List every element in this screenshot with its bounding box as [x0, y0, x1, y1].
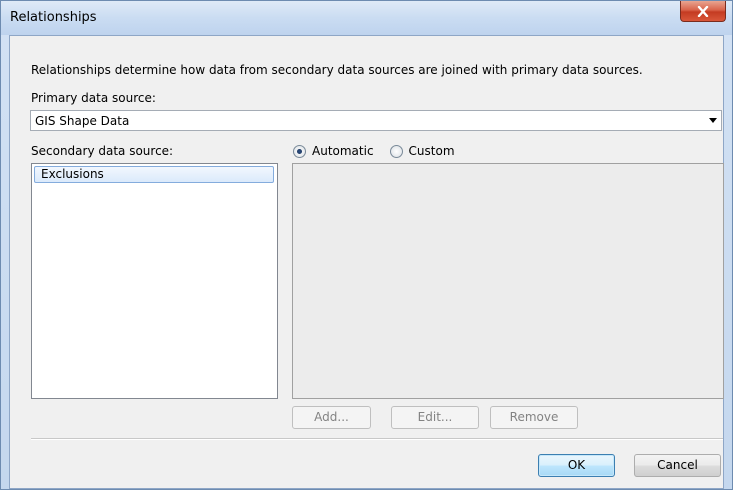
- field-mapping-panel: [292, 163, 724, 399]
- description-text: Relationships determine how data from se…: [31, 63, 643, 77]
- primary-source-label: Primary data source:: [31, 91, 156, 105]
- dialog-body: Relationships determine how data from se…: [9, 35, 724, 489]
- chevron-down-icon: [709, 118, 717, 123]
- divider: [31, 438, 723, 440]
- window-title: Relationships: [10, 10, 97, 25]
- add-button[interactable]: Add...: [292, 406, 371, 429]
- ok-button[interactable]: OK: [538, 454, 615, 477]
- close-button[interactable]: [680, 1, 726, 22]
- custom-radio[interactable]: [389, 144, 403, 158]
- cancel-button[interactable]: Cancel: [634, 454, 721, 477]
- primary-source-dropdown[interactable]: GIS Shape Data: [30, 110, 722, 131]
- secondary-source-label: Secondary data source:: [31, 144, 174, 158]
- edit-button[interactable]: Edit...: [391, 406, 479, 429]
- secondary-source-list[interactable]: Exclusions: [31, 163, 278, 399]
- remove-button[interactable]: Remove: [490, 406, 578, 429]
- relationship-mode-group: Automatic Custom: [293, 144, 471, 158]
- automatic-radio[interactable]: [293, 144, 306, 158]
- close-icon: [697, 5, 709, 17]
- primary-source-value: GIS Shape Data: [35, 114, 130, 128]
- automatic-label[interactable]: Automatic: [312, 144, 374, 158]
- relationships-dialog: Relationships Relationships determine ho…: [0, 0, 733, 490]
- title-bar[interactable]: Relationships: [1, 1, 732, 35]
- list-item[interactable]: Exclusions: [34, 166, 274, 183]
- custom-label[interactable]: Custom: [409, 144, 455, 158]
